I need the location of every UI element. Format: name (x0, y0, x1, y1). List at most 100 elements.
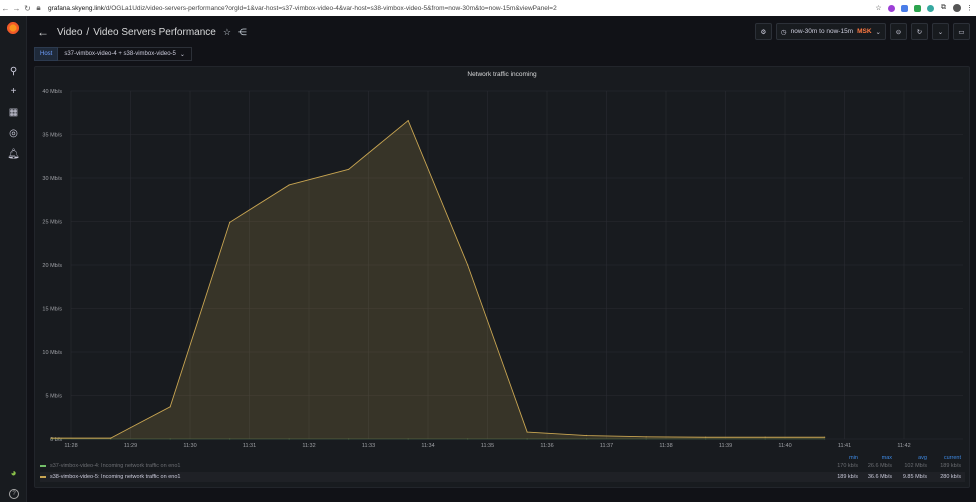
browser-toolbar: ← → ↻ 🔒︎ grafana.skyeng.link/d/OGLa1Udiz… (0, 0, 976, 16)
x-tick-label: 11:28 (64, 443, 77, 447)
data-point (586, 434, 588, 437)
x-tick-label: 11:34 (421, 443, 434, 447)
dashboards-grid-icon[interactable]: ▦ (0, 107, 27, 118)
legend-swatch (40, 476, 46, 478)
legend-current: 280 kb/s (940, 474, 961, 480)
sidebar: ⚲ + ▦ ◎ 🔔︎ ◕ (0, 16, 27, 502)
data-point (229, 221, 231, 223)
data-point (169, 406, 171, 408)
grafana-logo-icon[interactable] (6, 21, 20, 35)
help-icon[interactable]: ? (9, 489, 19, 499)
y-tick-label: 30 Mb/s (42, 176, 62, 182)
legend-row-series-2[interactable]: s38-vimbox-video-5: Incoming network tra… (40, 472, 965, 482)
timezone-label: MSK (857, 28, 872, 35)
extension-icon-teal[interactable] (924, 3, 937, 13)
monitor-icon: ▭ (958, 28, 965, 36)
x-tick-label: 11:41 (838, 443, 851, 447)
explore-compass-icon[interactable]: ◎ (0, 128, 27, 139)
back-to-dashboard-icon[interactable]: ← (37, 25, 49, 39)
search-icon[interactable]: ⚲ (0, 66, 27, 77)
x-tick-label: 11:39 (719, 443, 732, 447)
data-point (526, 431, 528, 433)
back-arrow-icon[interactable]: ← (0, 4, 11, 13)
extension-icon-blue[interactable] (898, 3, 911, 13)
zoom-out-icon: ⊖ (895, 28, 902, 36)
legend-swatch (40, 465, 46, 467)
bookmark-star-icon[interactable]: ☆ (872, 3, 885, 13)
variable-select-host[interactable]: s37-vimbox-video-4 + s38-vimbox-video-5 … (58, 47, 192, 61)
x-tick-label: 11:40 (778, 443, 791, 447)
chevron-down-icon: ⌄ (875, 28, 881, 36)
variable-value-text: s37-vimbox-video-4 + s38-vimbox-video-5 (64, 51, 176, 57)
data-point (467, 264, 469, 266)
template-variables: Host s37-vimbox-video-4 + s38-vimbox-vid… (34, 47, 192, 61)
extension-icon-purple[interactable] (885, 3, 898, 13)
data-point (50, 437, 52, 439)
y-tick-label: 10 Mb/s (42, 350, 62, 356)
data-point (407, 119, 409, 122)
data-point (645, 436, 647, 438)
legend-max: 26.6 Mb/s (867, 463, 892, 469)
chevron-down-icon: ⌄ (937, 28, 944, 36)
gear-icon: ⚙ (760, 28, 767, 36)
zoom-out-button[interactable]: ⊖ (890, 23, 907, 40)
data-point (288, 184, 290, 186)
legend-series-name[interactable]: s38-vimbox-video-5: Incoming network tra… (50, 474, 180, 480)
forward-arrow-icon[interactable]: → (11, 4, 22, 13)
series-area-2 (51, 120, 825, 439)
share-icon[interactable]: ⋲ (238, 27, 247, 38)
profile-avatar[interactable] (950, 3, 963, 13)
legend-current: 189 kb/s (940, 463, 961, 469)
address-bar[interactable]: grafana.skyeng.link/d/OGLa1Udiz/video-se… (48, 5, 872, 12)
browser-menu-icon[interactable]: ⋮ (963, 3, 976, 13)
legend-avg: 102 Mb/s (904, 463, 927, 469)
create-plus-icon[interactable]: + (0, 86, 27, 97)
dashboard-settings-button[interactable]: ⚙ (754, 23, 772, 40)
tv-mode-button[interactable]: ▭ (953, 23, 970, 40)
alerting-bell-icon[interactable]: 🔔︎ (0, 149, 27, 160)
reload-icon[interactable]: ↻ (22, 4, 33, 13)
x-tick-label: 11:29 (124, 443, 137, 447)
chevron-down-icon: ⌄ (179, 51, 185, 58)
legend-row-series-1[interactable]: s37-vimbox-video-4: Incoming network tra… (40, 461, 965, 471)
data-point (110, 437, 112, 439)
favorite-star-icon[interactable]: ☆ (223, 27, 231, 38)
clock-icon: ◷ (780, 28, 787, 36)
x-tick-label: 11:37 (600, 443, 613, 447)
graph-panel: Network traffic incoming 0 b/s 5 Mb/s 10 M… (34, 66, 970, 488)
y-tick-label: 40 Mb/s (42, 89, 62, 95)
y-tick-label: 25 Mb/s (42, 220, 62, 226)
legend-avg: 9.85 Mb/s (902, 474, 927, 480)
data-point (824, 436, 826, 438)
time-range-picker[interactable]: ◷ now-30m to now-15m MSK ⌄ (775, 23, 886, 40)
breadcrumb-folder[interactable]: Video (57, 27, 82, 38)
lock-icon: 🔒︎ (36, 3, 41, 12)
y-tick-label: 20 Mb/s (42, 263, 62, 269)
legend-max: 36.6 Mb/s (867, 474, 892, 480)
x-tick-label: 11:36 (540, 443, 553, 447)
y-tick-label: 35 Mb/s (42, 133, 62, 139)
refresh-icon: ↻ (916, 28, 923, 36)
breadcrumb-separator: / (86, 26, 90, 38)
data-point (764, 436, 766, 438)
x-tick-label: 11:31 (243, 443, 256, 447)
refresh-interval-dropdown[interactable]: ⌄ (932, 23, 949, 40)
dashboard-header: ← Video / Video Servers Performance ☆ ⋲ ⚙ … (27, 16, 976, 48)
time-range-text: now-30m to now-15m (790, 28, 854, 35)
legend-series-name[interactable]: s37-vimbox-video-4: Incoming network tra… (50, 463, 180, 469)
url-path: /d/OGLa1Udiz/video-servers-performance?o… (104, 4, 557, 12)
x-tick-label: 11:32 (302, 443, 315, 447)
legend-min: 189 kb/s (837, 474, 858, 480)
network-traffic-chart[interactable]: 0 b/s5 Mb/s10 Mb/s15 Mb/s20 Mb/s25 Mb/s3… (35, 67, 971, 447)
x-tick-label: 11:42 (897, 443, 910, 447)
extension-icon-green[interactable] (911, 3, 924, 13)
extensions-puzzle-icon[interactable]: ⧉ (937, 3, 950, 13)
y-tick-label: 15 Mb/s (42, 307, 62, 313)
refresh-button[interactable]: ↻ (911, 23, 928, 40)
x-tick-label: 11:30 (183, 443, 196, 447)
url-host: grafana.skyeng.link (48, 4, 105, 12)
data-point (705, 436, 707, 438)
variable-label-host: Host (34, 47, 59, 61)
dashboard-title[interactable]: Video Servers Performance (93, 27, 216, 38)
user-avatar-icon[interactable]: ◕ (0, 468, 27, 479)
